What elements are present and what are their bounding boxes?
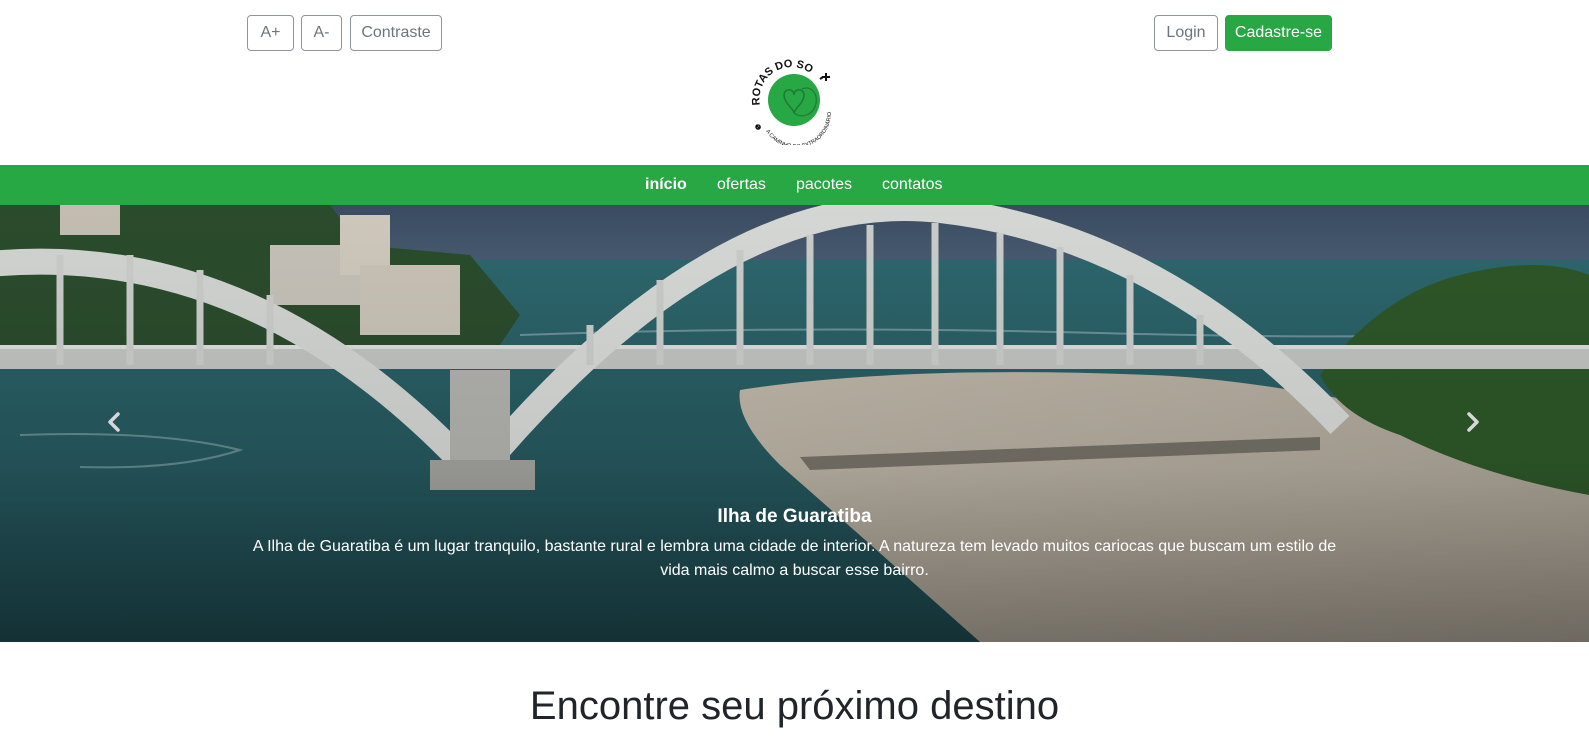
magnifier-icon: [755, 124, 761, 130]
login-button[interactable]: Login: [1154, 15, 1218, 51]
carousel-caption: Ilha de Guaratiba A Ilha de Guaratiba é …: [240, 503, 1349, 583]
logo-emblem: ROTAS DO SOL A CAMINHO DO EXTRAORDINÁRIO: [741, 46, 833, 150]
chevron-left-icon: [108, 412, 120, 432]
section-heading: Encontre seu próximo destino: [529, 684, 1060, 728]
page: A+ A- Contraste ROTAS DO SOL A CAMINHO D…: [0, 0, 1589, 741]
increase-font-button[interactable]: A+: [247, 15, 294, 51]
site-header: A+ A- Contraste ROTAS DO SOL A CAMINHO D…: [0, 0, 1589, 165]
signup-button[interactable]: Cadastre-se: [1225, 15, 1332, 51]
main-nav: início ofertas pacotes contatos: [0, 165, 1589, 205]
decrease-font-button[interactable]: A-: [301, 15, 342, 51]
slide-description: A Ilha de Guaratiba é um lugar tranquilo…: [252, 538, 1337, 579]
nav-item-pacotes[interactable]: pacotes: [796, 165, 852, 205]
hero-carousel: Ilha de Guaratiba A Ilha de Guaratiba é …: [0, 205, 1589, 642]
contrast-button[interactable]: Contraste: [350, 15, 442, 51]
carousel-next-button[interactable]: [1453, 402, 1493, 442]
nav-item-contatos[interactable]: contatos: [882, 165, 942, 205]
chevron-right-icon: [1467, 412, 1479, 432]
logo-sun: [768, 74, 820, 126]
carousel-prev-button[interactable]: [94, 402, 134, 442]
slide-title: Ilha de Guaratiba: [717, 506, 872, 527]
site-logo[interactable]: ROTAS DO SOL A CAMINHO DO EXTRAORDINÁRIO: [741, 46, 844, 150]
nav-item-inicio[interactable]: início: [645, 165, 687, 205]
nav-item-ofertas[interactable]: ofertas: [717, 165, 766, 205]
airplane-icon: [819, 73, 830, 81]
